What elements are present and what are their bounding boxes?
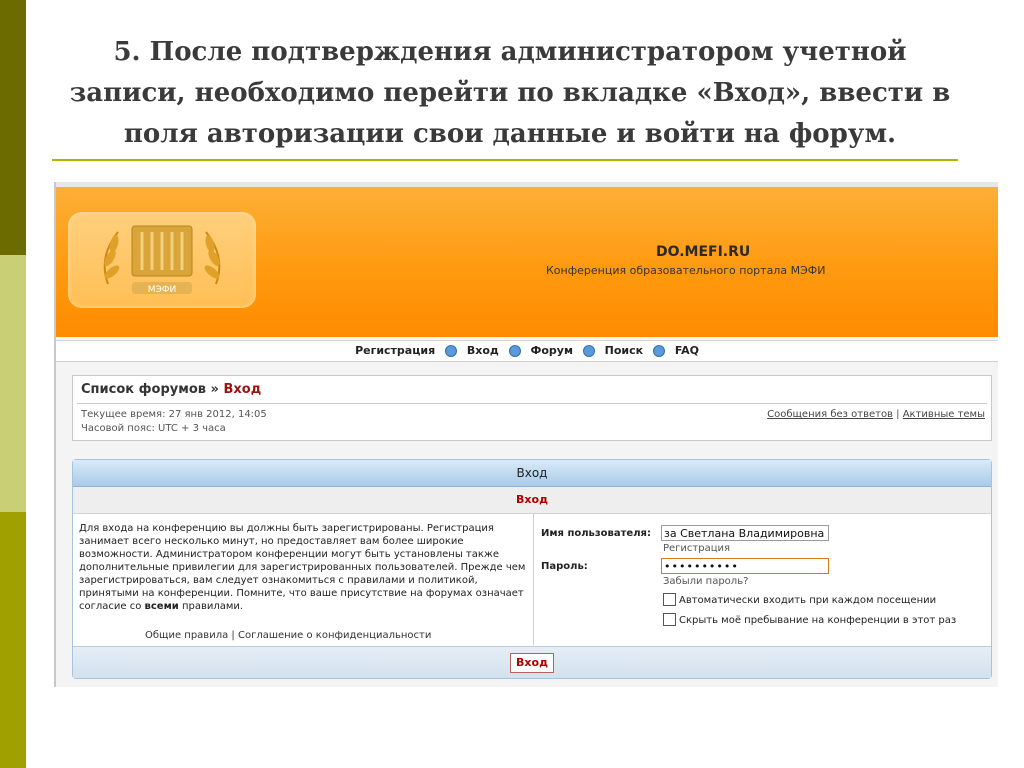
rules-link[interactable]: Общие правила [145, 630, 228, 641]
timezone: Часовой пояс: UTC + 3 часа [81, 423, 226, 434]
breadcrumb-panel: Список форумов » Вход Текущее время: 27 … [72, 375, 992, 441]
login-panel-header: Вход [73, 460, 991, 487]
decor-strip-middle [0, 255, 26, 512]
quick-links: Сообщения без ответов | Активные темы [767, 409, 985, 420]
login-intro-text: Для входа на конференцию вы должны быть … [79, 523, 526, 612]
nav-bullet-icon [508, 345, 521, 357]
title-divider [52, 159, 958, 161]
policy-links: Общие правила | Соглашение о конфиденциа… [145, 630, 432, 641]
nav-item-faq[interactable]: FAQ [675, 344, 699, 357]
login-submit-button[interactable]: Вход [510, 653, 554, 673]
nav-bullet-icon [445, 345, 457, 357]
site-name: DO.MEFI.RU [656, 244, 751, 260]
autologin-label: Автоматически входить при каждом посещен… [679, 595, 937, 606]
login-panel-footer: Вход [73, 646, 991, 678]
decor-strip-bottom [0, 512, 26, 768]
hide-online-label: Скрыть моё пребывание на конференции в э… [679, 615, 957, 626]
breadcrumb: Список форумов » Вход [81, 382, 261, 397]
current-time: Текущее время: 27 янв 2012, 14:05 [81, 409, 267, 420]
laurel-emblem-icon: МЭФИ [103, 225, 221, 295]
site-logo: МЭФИ [68, 212, 256, 308]
nav-item-register[interactable]: Регистрация [355, 344, 435, 357]
breadcrumb-separator: » [210, 382, 219, 397]
site-description: Конференция образовательного портала МЭФ… [546, 264, 826, 277]
nav-item-login[interactable]: Вход [467, 344, 499, 357]
breadcrumb-root[interactable]: Список форумов [81, 382, 206, 397]
nav-item-search[interactable]: Поиск [605, 344, 643, 357]
breadcrumb-current[interactable]: Вход [223, 382, 261, 397]
main-navbar: Регистрация Вход Форум Поиск FAQ [56, 340, 998, 362]
decor-strip-top [0, 0, 26, 255]
autologin-checkbox[interactable] [663, 593, 676, 606]
username-input[interactable]: за Светлана Владимировна [661, 525, 829, 541]
nav-item-forum[interactable]: Форум [530, 344, 573, 357]
password-input[interactable]: •••••••••• [661, 558, 829, 574]
password-label: Пароль: [541, 561, 588, 572]
username-label: Имя пользователя: [541, 528, 651, 539]
privacy-link[interactable]: Соглашение о конфиденциальности [238, 630, 431, 641]
hide-online-checkbox[interactable] [663, 613, 676, 626]
register-link[interactable]: Регистрация [663, 543, 730, 554]
unanswered-posts-link[interactable]: Сообщения без ответов [767, 409, 893, 420]
forum-screenshot: МЭФИ DO.MEFI.RU Конференция образователь… [54, 182, 998, 687]
login-panel-subheader: Вход [73, 487, 991, 514]
nav-bullet-icon [582, 345, 595, 357]
site-banner: МЭФИ DO.MEFI.RU Конференция образователь… [56, 182, 998, 337]
login-panel: Вход Вход Для входа на конференцию вы до… [72, 459, 992, 679]
forgot-password-link[interactable]: Забыли пароль? [663, 576, 748, 587]
slide-title: 5. После подтверждения администратором у… [69, 37, 951, 149]
active-topics-link[interactable]: Активные темы [903, 409, 985, 420]
svg-text:МЭФИ: МЭФИ [148, 285, 177, 295]
nav-bullet-icon [652, 345, 665, 357]
